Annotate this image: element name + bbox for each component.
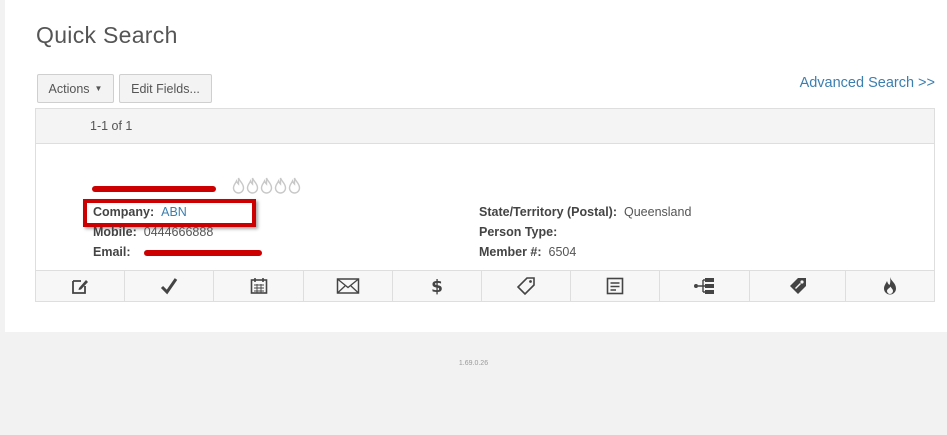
add-tag-button[interactable] [482,271,571,301]
edit-icon [72,280,88,294]
email-label: Email: [93,245,131,259]
redaction-mark [144,250,262,256]
flame-rating-icon[interactable] [232,177,245,194]
add-task-button[interactable] [125,271,214,301]
flame-icon [884,277,896,295]
flame-rating-icon[interactable] [246,177,259,194]
add-event-button[interactable] [214,271,304,301]
results-panel: 1-1 of 1 Company: ABN Mobile: 0444666888… [35,108,935,302]
member-number-label: Member #: [479,245,542,259]
edit-fields-button-label: Edit Fields... [131,81,200,96]
add-payment-button[interactable]: $ [393,271,482,301]
mobile-field: Mobile: 0444666888 [93,225,213,239]
add-note-button[interactable] [571,271,660,301]
results-header: 1-1 of 1 [36,109,934,144]
member-number-field: Member #: 6504 [479,245,576,259]
price-tag-icon [789,278,806,294]
note-icon [606,277,624,295]
state-value: Queensland [624,205,692,219]
record-action-toolbar: $ [36,270,934,301]
envelope-icon [336,278,360,294]
checkmark-icon [160,278,178,295]
edit-record-button[interactable] [36,271,125,301]
highlight-annotation [83,199,256,227]
state-field: State/Territory (Postal): Queensland [479,205,691,219]
record-card: Company: ABN Mobile: 0444666888 Email: S… [36,144,934,271]
person-type-label: Person Type: [479,225,558,239]
send-email-button[interactable] [304,271,393,301]
rate-flame-button[interactable] [846,271,934,301]
person-type-field: Person Type: [479,225,564,239]
tag-icon [516,277,535,296]
caret-down-icon: ▼ [94,84,103,93]
results-count: 1-1 of 1 [90,119,133,133]
actions-button[interactable]: Actions ▼ [37,74,114,103]
flame-rating-icon[interactable] [260,177,273,194]
state-label: State/Territory (Postal): [479,205,617,219]
advanced-search-link[interactable]: Advanced Search >> [800,75,935,91]
relationship-button[interactable] [660,271,750,301]
hierarchy-icon [693,278,714,294]
page-title: Quick Search [36,22,178,48]
redaction-mark [92,186,216,192]
dollar-icon: $ [431,277,443,296]
member-number-value: 6504 [548,245,577,259]
rating-flames[interactable] [232,177,301,194]
mobile-label: Mobile: [93,225,137,239]
flame-rating-icon[interactable] [288,177,301,194]
mobile-value: 0444666888 [143,225,214,239]
version-label: 1.69.0.26 [458,360,489,367]
svg-text:$: $ [431,277,443,296]
email-field: Email: [93,245,138,259]
edit-fields-button[interactable]: Edit Fields... [119,74,212,103]
pricing-button[interactable] [750,271,846,301]
actions-button-label: Actions [48,81,90,96]
flame-rating-icon[interactable] [274,177,287,194]
calendar-icon [250,278,267,294]
